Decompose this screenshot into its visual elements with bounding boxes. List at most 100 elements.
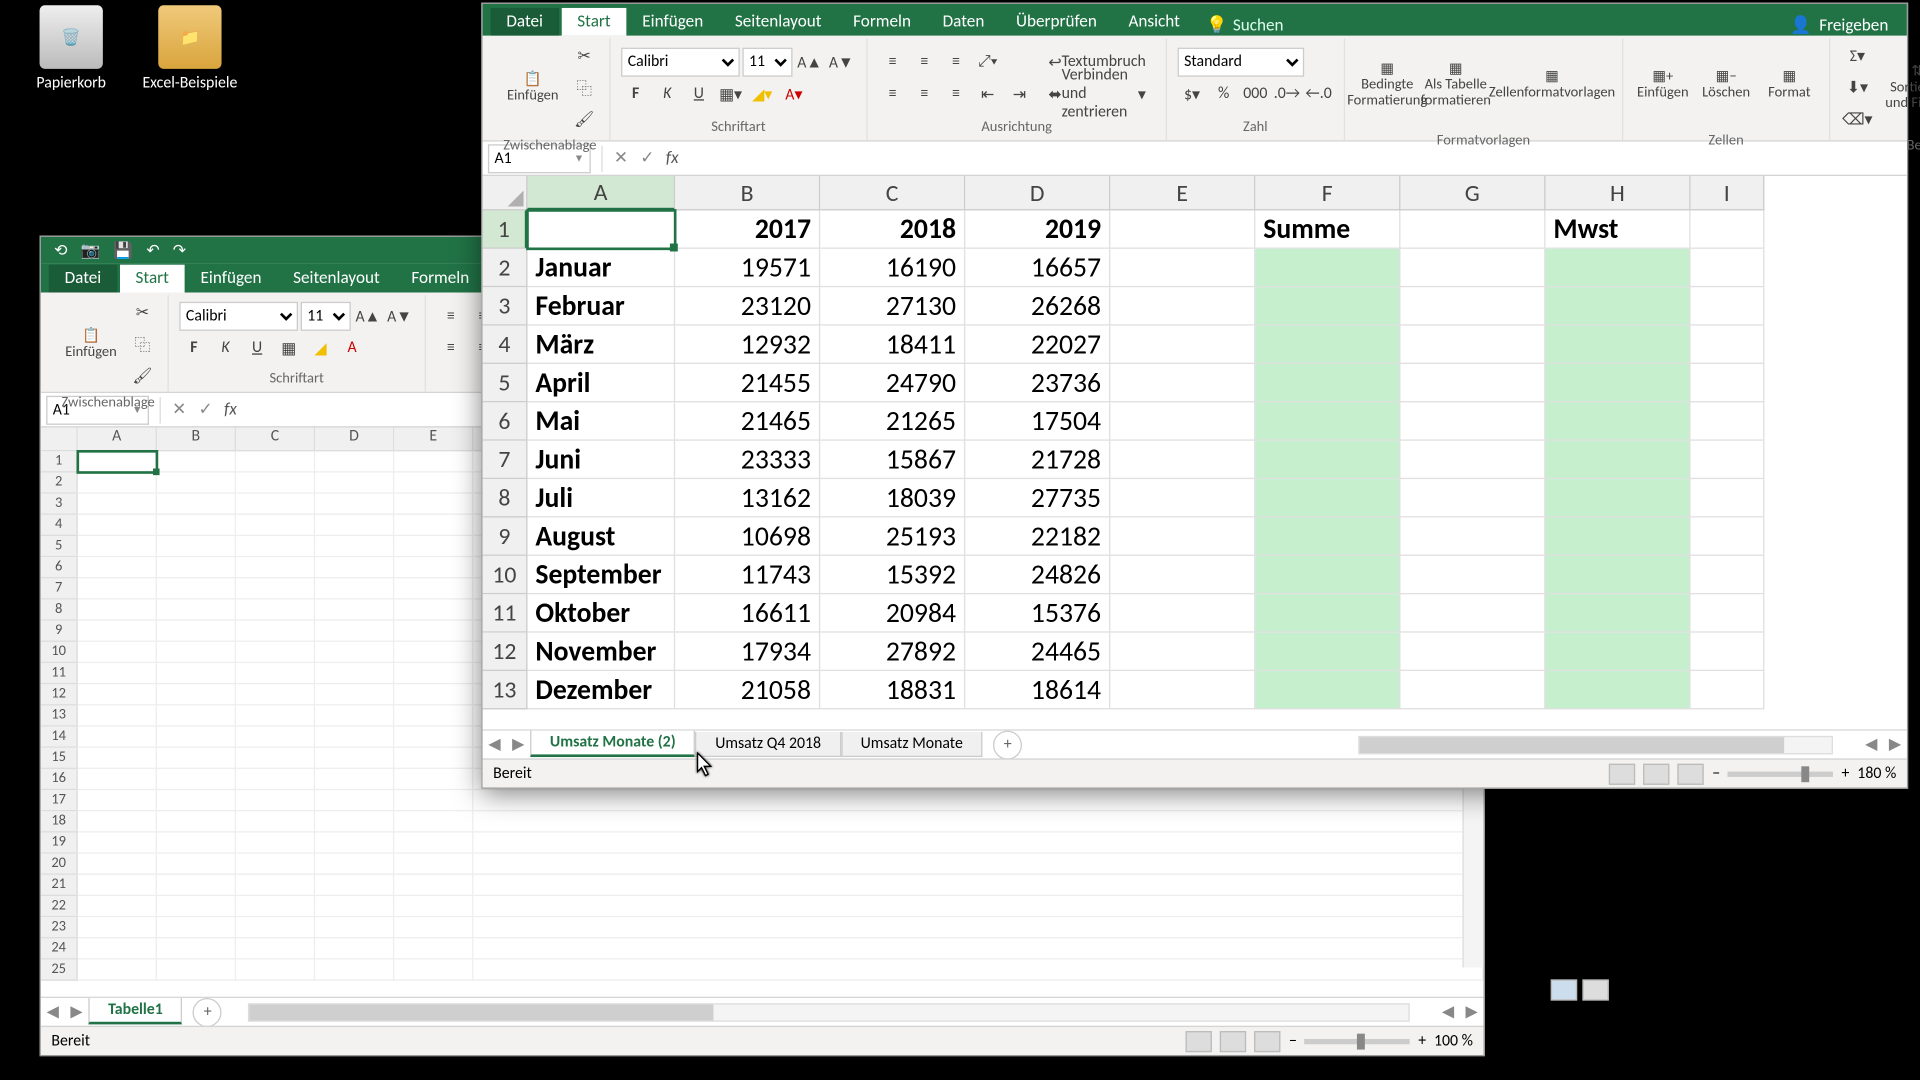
cell-F5[interactable] <box>1255 364 1400 402</box>
cell-B11[interactable] <box>157 663 236 684</box>
cell-C25[interactable] <box>236 960 315 981</box>
tab-formulas[interactable]: Formeln <box>396 265 485 293</box>
cell-E12[interactable] <box>394 684 473 705</box>
delete-cells-button[interactable]: ▦−Löschen <box>1697 41 1755 128</box>
desktop-recycle-bin[interactable]: 🗑️ Papierkorb <box>18 5 123 92</box>
cell-C9[interactable]: 25193 <box>820 518 965 556</box>
cell-A21[interactable] <box>78 875 157 896</box>
cell-B12[interactable]: 17934 <box>675 633 820 671</box>
paste-button[interactable]: 📋 Einfügen <box>501 44 564 131</box>
cell-C13[interactable] <box>236 705 315 726</box>
cell-D16[interactable] <box>315 769 394 790</box>
cell-E8[interactable] <box>394 600 473 621</box>
desktop-folder-excel-beispiele[interactable]: 📁 Excel-Beispiele <box>137 5 242 92</box>
row-header-17[interactable]: 17 <box>41 790 78 811</box>
tab-layout[interactable]: Seitenlayout <box>719 8 837 36</box>
cell-D25[interactable] <box>315 960 394 981</box>
cell-G5[interactable] <box>1400 364 1545 402</box>
tab-nav-next[interactable]: ▶ <box>506 735 530 755</box>
cell-D17[interactable] <box>315 790 394 811</box>
cell-G3[interactable] <box>1400 287 1545 325</box>
cell-H1[interactable]: Mwst <box>1545 210 1690 248</box>
cell-B16[interactable] <box>157 769 236 790</box>
cell-A20[interactable] <box>78 854 157 875</box>
cell-G9[interactable] <box>1400 518 1545 556</box>
cell-D6[interactable] <box>315 557 394 578</box>
row-header-16[interactable]: 16 <box>41 769 78 790</box>
view-page-break-button[interactable] <box>1255 1030 1281 1051</box>
cell-F3[interactable] <box>1255 287 1400 325</box>
cell-C24[interactable] <box>236 938 315 959</box>
cell-B3[interactable]: 23120 <box>675 287 820 325</box>
cell-I13[interactable] <box>1691 671 1765 709</box>
cell-D8[interactable]: 27735 <box>965 479 1110 517</box>
cell-A25[interactable] <box>78 960 157 981</box>
cell-C13[interactable]: 18831 <box>820 671 965 709</box>
cell-D8[interactable] <box>315 600 394 621</box>
col-header-E[interactable]: E <box>394 427 473 451</box>
tab-insert[interactable]: Einfügen <box>185 265 278 293</box>
cell-E8[interactable] <box>1110 479 1255 517</box>
row-header-24[interactable]: 24 <box>41 938 78 959</box>
row-header-19[interactable]: 19 <box>41 832 78 853</box>
row-header-21[interactable]: 21 <box>41 875 78 896</box>
cell-C10[interactable]: 15392 <box>820 556 965 594</box>
cell-A7[interactable]: Juni <box>527 441 675 479</box>
zoom-level[interactable]: 100 % <box>1434 1032 1473 1051</box>
cell-A14[interactable] <box>78 727 157 748</box>
cell-E1[interactable] <box>1110 210 1255 248</box>
cell-A5[interactable]: April <box>527 364 675 402</box>
cell-D4[interactable] <box>315 515 394 536</box>
view-page-layout-button[interactable] <box>1644 763 1670 784</box>
cell-C7[interactable]: 15867 <box>820 441 965 479</box>
cell-A23[interactable] <box>78 917 157 938</box>
cell-D22[interactable] <box>315 896 394 917</box>
cell-H12[interactable] <box>1545 633 1690 671</box>
cell-C10[interactable] <box>236 642 315 663</box>
cell-I1[interactable] <box>1691 210 1765 248</box>
cell-H2[interactable] <box>1545 249 1690 287</box>
cell-A2[interactable] <box>78 472 157 493</box>
cut-button[interactable]: ✂ <box>128 298 157 327</box>
row-header-2[interactable]: 2 <box>41 472 78 493</box>
cell-A13[interactable] <box>78 705 157 726</box>
cell-B12[interactable] <box>157 684 236 705</box>
cell-E19[interactable] <box>394 832 473 853</box>
cell-E5[interactable] <box>394 536 473 557</box>
cell-I12[interactable] <box>1691 633 1765 671</box>
row-header-8[interactable]: 8 <box>41 600 78 621</box>
undo-icon[interactable]: ↶ <box>146 240 159 260</box>
share-button[interactable]: Freigeben <box>1819 16 1888 36</box>
font-name-select[interactable]: Calibri <box>179 302 298 331</box>
cell-A16[interactable] <box>78 769 157 790</box>
cell-E4[interactable] <box>1110 326 1255 364</box>
tab-review[interactable]: Überprüfen <box>1000 8 1112 36</box>
cell-D10[interactable]: 24826 <box>965 556 1110 594</box>
enter-formula-icon[interactable]: ✓ <box>634 148 660 168</box>
cell-G6[interactable] <box>1400 402 1545 440</box>
cell-D2[interactable] <box>315 472 394 493</box>
align-top-button[interactable]: ≡ <box>436 302 465 331</box>
cell-D10[interactable] <box>315 642 394 663</box>
redo-icon[interactable]: ↷ <box>173 240 186 260</box>
col-header-F[interactable]: F <box>1255 176 1400 210</box>
cell-B5[interactable] <box>157 536 236 557</box>
cell-G4[interactable] <box>1400 326 1545 364</box>
cell-G2[interactable] <box>1400 249 1545 287</box>
cell-F1[interactable]: Summe <box>1255 210 1400 248</box>
cell-A12[interactable] <box>78 684 157 705</box>
row-header-12[interactable]: 12 <box>41 684 78 705</box>
cell-A1[interactable] <box>78 451 157 472</box>
cell-C1[interactable] <box>236 451 315 472</box>
cell-C22[interactable] <box>236 896 315 917</box>
align-bottom-button[interactable]: ≡ <box>942 48 971 77</box>
cell-C3[interactable]: 27130 <box>820 287 965 325</box>
cell-C3[interactable] <box>236 494 315 515</box>
number-format-select[interactable]: Standard <box>1178 48 1305 77</box>
cell-C20[interactable] <box>236 854 315 875</box>
cell-G13[interactable] <box>1400 671 1545 709</box>
grow-font-button[interactable]: A▲ <box>353 302 382 331</box>
cell-E6[interactable] <box>1110 402 1255 440</box>
hscroll-right[interactable]: ▶ <box>1460 1002 1484 1022</box>
cell-B7[interactable] <box>157 578 236 599</box>
